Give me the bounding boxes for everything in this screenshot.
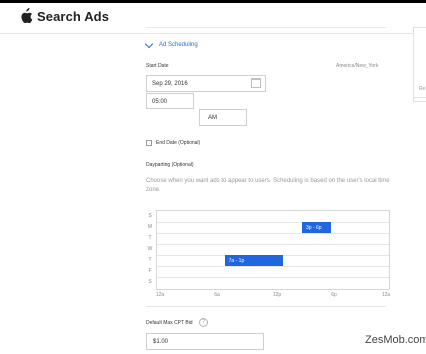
schedule-block[interactable]: 7a - 1p: [224, 255, 283, 266]
dayparting-description: Choose when you want ads to appear to us…: [146, 178, 390, 193]
start-time-input[interactable]: 05:00: [146, 93, 194, 109]
ad-scheduling-toggle[interactable]: Ad Scheduling: [144, 39, 198, 50]
day-label-fri: F: [148, 268, 152, 274]
start-date-label: Start Date: [146, 63, 169, 69]
question-icon[interactable]: ?: [199, 318, 208, 327]
end-date-checkbox[interactable]: [146, 140, 152, 146]
default-bid-label: Default Max CPT Bid: [146, 320, 193, 326]
brand-title: Search Ads: [37, 9, 110, 24]
chevron-down-icon: [144, 39, 154, 48]
dayparting-grid[interactable]: [156, 210, 390, 290]
end-date-label: End Date (Optional): [156, 140, 201, 146]
top-stripe: [0, 0, 426, 3]
section-divider: [146, 306, 386, 307]
watermark: ZesMob.com: [365, 334, 426, 346]
schedule-block-label: 3p - 6p: [306, 225, 322, 231]
am-pm-value: AM: [208, 115, 217, 121]
am-pm-select[interactable]: AM: [199, 109, 247, 126]
grid-row-line: [157, 244, 389, 245]
dayparting-title: Dayparting (Optional): [146, 162, 194, 168]
grid-row-line: [157, 233, 389, 234]
start-date-value: Sep 29, 2016: [152, 81, 188, 87]
start-time-value: 05:00: [152, 99, 168, 105]
day-label-thu: T: [148, 257, 152, 263]
ad-scheduling-title: Ad Scheduling: [159, 42, 198, 48]
hour-label-6a: 6a: [214, 292, 220, 298]
day-label-wed: W: [147, 246, 153, 252]
grid-row-line: [157, 277, 389, 278]
side-panel-text: Re: [419, 86, 426, 92]
calendar-icon[interactable]: [251, 78, 261, 88]
start-date-input[interactable]: Sep 29, 2016: [146, 75, 266, 92]
hour-label-12p: 12p: [272, 292, 282, 298]
schedule-block[interactable]: 3p - 6p: [302, 222, 331, 233]
hour-label-6p: 6p: [331, 292, 337, 298]
day-label-sat: S: [148, 279, 152, 285]
hour-label-12a-end: 12a: [381, 292, 391, 298]
day-label-mon: M: [147, 224, 153, 230]
default-bid-value: $1.00: [153, 339, 169, 345]
top-header: Search Ads: [0, 0, 426, 34]
grid-row-line: [157, 266, 389, 267]
schedule-block-label: 7a - 1p: [228, 258, 245, 264]
default-bid-input[interactable]: $1.00: [146, 333, 264, 350]
day-label-sun: S: [148, 213, 152, 219]
day-label-tue: T: [148, 235, 152, 241]
apple-icon[interactable]: [19, 8, 33, 24]
grid-row-line: [157, 222, 389, 223]
side-panel-divider: [413, 97, 426, 98]
section-divider: [146, 27, 386, 28]
timezone-label: America/New_York: [336, 63, 379, 69]
hour-label-12a: 12a: [155, 292, 165, 298]
